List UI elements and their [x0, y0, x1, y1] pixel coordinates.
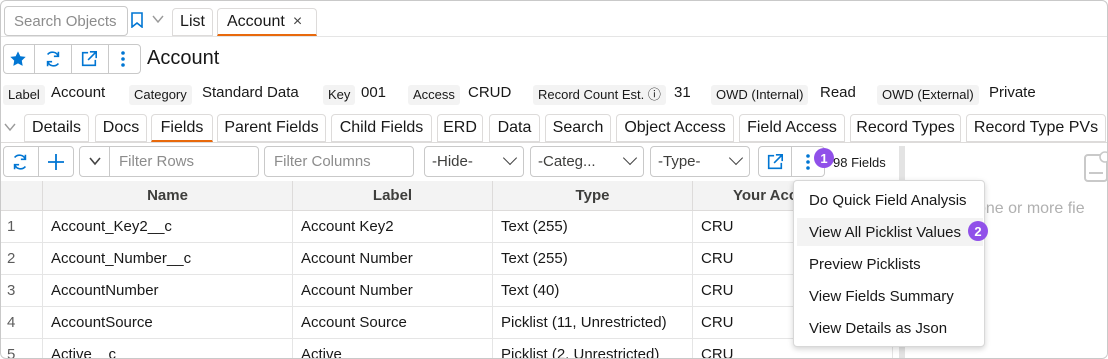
subtab-search[interactable]: Search	[545, 114, 611, 142]
tab-list[interactable]: List	[172, 8, 213, 36]
meta-label: Access	[408, 85, 460, 105]
more-vertical-icon[interactable]	[805, 153, 811, 171]
row-number: 2	[1, 243, 43, 275]
field-name[interactable]: Active__c	[43, 339, 293, 358]
row-number: 3	[1, 275, 43, 307]
divider	[38, 146, 39, 177]
subtab-docs[interactable]: Docs	[95, 114, 147, 142]
divider	[1, 36, 1107, 37]
step-badge: 1	[814, 148, 834, 168]
meta-label: Category	[129, 85, 192, 105]
row-number: 4	[1, 307, 43, 339]
divider	[791, 146, 792, 177]
meta-value: 001	[361, 84, 387, 101]
field-name[interactable]: Account_Key2__c	[43, 211, 293, 243]
column-header-name[interactable]: Name	[43, 181, 293, 211]
field-count: 98 Fields	[833, 155, 886, 170]
open-external-icon[interactable]	[80, 50, 98, 68]
refresh-icon[interactable]	[11, 153, 29, 171]
menu-item-view-all-picklist-values[interactable]: View All Picklist Values	[797, 218, 983, 246]
subtab-record-type-pvs[interactable]: Record Type PVs	[966, 114, 1106, 142]
row-number: 5	[1, 339, 43, 358]
field-name[interactable]: AccountSource	[43, 307, 293, 339]
meta-label: OWD (External)	[877, 85, 979, 105]
type-select[interactable]: -Type-	[650, 146, 750, 177]
subtab-parent-fields[interactable]: Parent Fields	[217, 114, 326, 142]
chevron-down-icon[interactable]	[4, 123, 16, 132]
menu-item-view-fields-summary[interactable]: View Fields Summary	[797, 282, 983, 310]
meta-value: Account	[51, 84, 106, 101]
field-type: Picklist (11, Unrestricted)	[493, 307, 693, 339]
empty-state-icon	[1084, 151, 1107, 182]
field-type: Picklist (2, Unrestricted)	[493, 339, 693, 358]
field-label: Active	[293, 339, 493, 358]
subtab-record-types[interactable]: Record Types	[850, 114, 961, 142]
tab-account[interactable]: Account ×	[217, 8, 317, 36]
star-icon[interactable]	[9, 50, 27, 68]
app-window: Search Objects List Account × Account La…	[0, 0, 1108, 359]
meta-value: Private	[989, 84, 1036, 101]
meta-label: OWD (Internal)	[711, 85, 809, 105]
menu-item-view-details-json[interactable]: View Details as Json	[797, 314, 983, 342]
filter-rows-input[interactable]: Filter Rows	[109, 146, 259, 177]
meta-label: Record Count Est. ⓘ	[533, 85, 666, 105]
field-label: Account Key2	[293, 211, 493, 243]
subtab-details[interactable]: Details	[24, 114, 89, 142]
field-label: Account Number	[293, 275, 493, 307]
field-type: Text (40)	[493, 275, 693, 307]
subtab-data[interactable]: Data	[489, 114, 540, 142]
step-badge: 2	[968, 221, 988, 241]
bookmark-icon[interactable]	[130, 12, 144, 28]
field-label: Account Source	[293, 307, 493, 339]
field-label: Account Number	[293, 243, 493, 275]
column-header-type[interactable]: Type	[493, 181, 693, 211]
divider	[108, 44, 109, 74]
menu-item-quick-field-analysis[interactable]: Do Quick Field Analysis	[797, 186, 983, 214]
field-type: Text (255)	[493, 211, 693, 243]
field-name[interactable]: AccountNumber	[43, 275, 293, 307]
field-name[interactable]: Account_Number__c	[43, 243, 293, 275]
close-icon[interactable]: ×	[293, 13, 302, 31]
meta-value: Read	[820, 84, 856, 101]
filter-columns-input[interactable]: Filter Columns	[264, 146, 414, 177]
side-panel-hint: one or more fie	[977, 200, 1085, 217]
object-title: Account	[147, 47, 220, 69]
row-number: 1	[1, 211, 43, 243]
divider	[71, 44, 72, 74]
meta-label: Label	[3, 85, 45, 105]
menu-item-preview-picklists[interactable]: Preview Picklists	[797, 250, 983, 278]
add-icon[interactable]	[47, 153, 65, 171]
filter-menu-button[interactable]	[79, 146, 110, 177]
category-select[interactable]: -Categ...	[530, 146, 644, 177]
open-external-icon[interactable]	[766, 153, 784, 171]
subtab-fields[interactable]: Fields	[151, 114, 213, 142]
refresh-icon[interactable]	[44, 50, 62, 68]
chevron-down-icon	[502, 150, 518, 166]
more-actions-menu: Do Quick Field Analysis View All Picklis…	[793, 180, 985, 347]
row-number-header	[1, 181, 43, 211]
more-vertical-icon[interactable]	[120, 50, 126, 68]
subtab-erd[interactable]: ERD	[437, 114, 483, 142]
field-type: Text (255)	[493, 243, 693, 275]
chevron-down-icon	[88, 157, 101, 166]
meta-label: Key	[323, 85, 356, 105]
subtab-child-fields[interactable]: Child Fields	[331, 114, 432, 142]
column-header-label[interactable]: Label	[293, 181, 493, 211]
chevron-down-icon	[622, 150, 638, 166]
subtab-object-access[interactable]: Object Access	[616, 114, 734, 142]
subtab-field-access[interactable]: Field Access	[739, 114, 845, 142]
meta-value: 31	[674, 84, 691, 101]
chevron-down-icon	[728, 150, 744, 166]
meta-value: Standard Data	[202, 84, 299, 101]
meta-value: CRUD	[468, 84, 512, 101]
search-objects-input[interactable]: Search Objects	[4, 6, 128, 36]
hide-select[interactable]: -Hide-	[424, 146, 524, 177]
chevron-down-icon[interactable]	[152, 15, 164, 24]
divider	[34, 44, 35, 74]
